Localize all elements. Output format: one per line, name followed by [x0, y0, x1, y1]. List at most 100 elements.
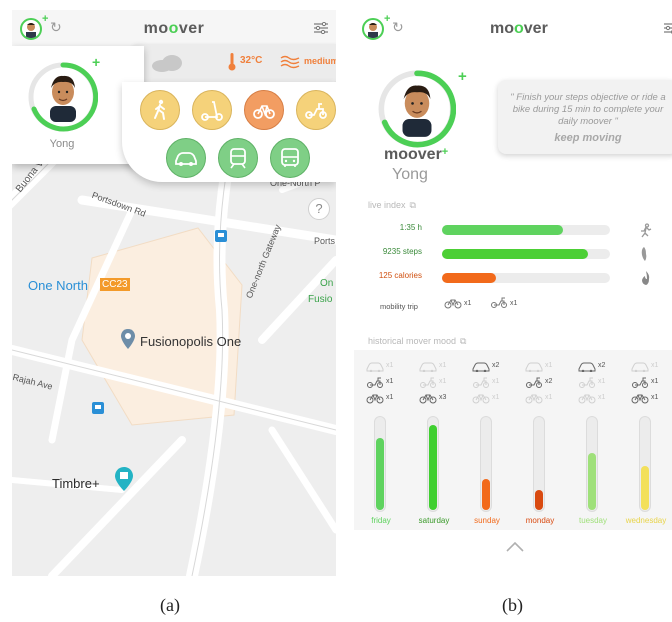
mood-level-fill: [376, 438, 384, 510]
day-column[interactable]: x1 x1 x3 saturday: [415, 350, 461, 530]
screen-a: Buona Vista Rd Portsdown Rd One-North P …: [12, 10, 336, 576]
day-label: wednesday: [625, 516, 667, 525]
day-mode-entry: x2: [521, 376, 567, 390]
day-column[interactable]: x2 x1 x1 tuesday: [574, 350, 620, 530]
wind-icon: [280, 55, 300, 69]
moped-icon: [473, 377, 489, 388]
moped-icon: [305, 103, 327, 119]
day-column[interactable]: x1 x1 x1 wednesday: [626, 350, 672, 530]
moped-mode-button[interactable]: [296, 90, 336, 130]
day-mode-count: x3: [439, 394, 447, 401]
day-mode-count: x1: [598, 394, 606, 401]
map-label-one-north[interactable]: One North: [28, 278, 88, 293]
bike-icon: [472, 394, 490, 404]
walking-icon: [154, 99, 165, 120]
day-column[interactable]: x1 x1 x1 friday: [362, 350, 408, 530]
day-mode-entry: x1: [468, 376, 514, 390]
day-label: saturday: [418, 516, 450, 525]
day-mode-entry: x2: [574, 360, 620, 374]
train-station-icon: [215, 230, 227, 242]
live-metric-row: 9235 steps: [354, 246, 672, 262]
day-mode-count: x1: [651, 362, 659, 369]
mini-avatar[interactable]: [362, 18, 384, 40]
live-metric-bar: [442, 249, 610, 259]
caption-a: (a): [160, 595, 180, 615]
cloud-icon: [152, 55, 182, 72]
moped-icon: [367, 377, 383, 388]
mood-level-fill: [588, 452, 596, 510]
day-mode-count: x1: [598, 378, 606, 385]
day-column[interactable]: x2 x1 x1 sunday: [468, 350, 514, 530]
day-mode-count: x1: [651, 394, 659, 401]
car-icon: [631, 362, 649, 372]
bike-icon: [444, 299, 462, 309]
bus-mode-button[interactable]: [270, 138, 310, 178]
day-column[interactable]: x1 x2 x1 monday: [521, 350, 567, 530]
day-mode-entry: x1: [574, 392, 620, 406]
plus-icon: +: [458, 68, 467, 85]
moped-icon: [526, 377, 542, 388]
walk-mode-button[interactable]: [140, 90, 180, 130]
train-mode-button[interactable]: [218, 138, 258, 178]
help-button[interactable]: ?: [308, 198, 330, 220]
day-mode-entry: x1: [362, 360, 408, 374]
avatar[interactable]: [378, 70, 456, 148]
food-pin-icon[interactable]: [114, 466, 134, 492]
mood-level-bar: [639, 416, 651, 512]
bike-icon: [578, 394, 596, 404]
bike-mode-button[interactable]: [244, 90, 284, 130]
live-metric-bar-fill: [442, 273, 496, 283]
wind-level: medium: [304, 56, 336, 66]
live-metric-row: 125 calories: [354, 270, 672, 286]
screen-b: + ↻ moover + moover+ Yong " Finish your …: [354, 10, 672, 576]
live-metric-bar: [442, 225, 610, 235]
day-mode-entry: x1: [627, 360, 672, 374]
map-label-timbre[interactable]: Timbre+: [52, 476, 100, 491]
historical-mood-title[interactable]: historical mover mood ⧉: [368, 336, 466, 347]
filter-settings-icon[interactable]: [664, 22, 672, 34]
day-mode-count: x1: [651, 378, 659, 385]
live-index-title[interactable]: live index ⧉: [368, 200, 416, 211]
historical-mood-chart: x1 x1 x1 friday x1 x1 x3 saturday x2 x1 x1 sunday x1…: [354, 350, 672, 530]
poi-pin-icon[interactable]: [120, 328, 136, 350]
day-label: tuesday: [578, 516, 608, 525]
car-mode-button[interactable]: [166, 138, 206, 178]
bike-icon: [419, 394, 437, 404]
day-mode-count: x1: [545, 394, 553, 401]
day-mode-entry: x1: [468, 392, 514, 406]
day-mode-count: x1: [545, 362, 553, 369]
flame-icon: [642, 271, 650, 285]
map-label-fusio: Fusio: [308, 294, 333, 305]
user-name: Yong: [392, 166, 428, 183]
chevron-up-icon[interactable]: [506, 542, 524, 552]
app-logo: moover: [490, 20, 548, 37]
day-mode-count: x1: [492, 394, 500, 401]
day-mode-entry: x1: [574, 376, 620, 390]
mood-level-bar: [427, 416, 439, 512]
map-label-fusionopolis[interactable]: Fusionopolis One: [140, 334, 241, 349]
moped-icon: [579, 377, 595, 388]
day-label: friday: [371, 516, 391, 525]
day-mode-count: x1: [386, 362, 394, 369]
day-mode-count: x2: [492, 362, 500, 369]
filter-settings-icon[interactable]: [314, 22, 328, 34]
bike-icon: [253, 105, 275, 119]
day-mode-entry: x2: [468, 360, 514, 374]
mood-level-fill: [429, 425, 437, 510]
external-link-icon: ⧉: [409, 200, 416, 210]
footprint-icon: [641, 247, 647, 261]
car-icon: [366, 362, 384, 372]
moped-icon: [632, 377, 648, 388]
live-metric-bar-fill: [442, 249, 589, 259]
mobility-modes-card: [122, 82, 336, 182]
day-mode-count: x1: [386, 394, 394, 401]
weather-pill: 32°C medium: [130, 44, 336, 82]
running-icon: [641, 223, 652, 238]
bike-icon: [631, 394, 649, 404]
moover-plus-title: moover+: [384, 146, 449, 163]
scooter-mode-button[interactable]: [192, 90, 232, 130]
figure-root: Buona Vista Rd Portsdown Rd One-North P …: [0, 0, 672, 622]
mood-level-bar: [586, 416, 598, 512]
app-header: + ↻ moover: [354, 10, 672, 48]
sync-icon[interactable]: ↻: [392, 19, 404, 36]
